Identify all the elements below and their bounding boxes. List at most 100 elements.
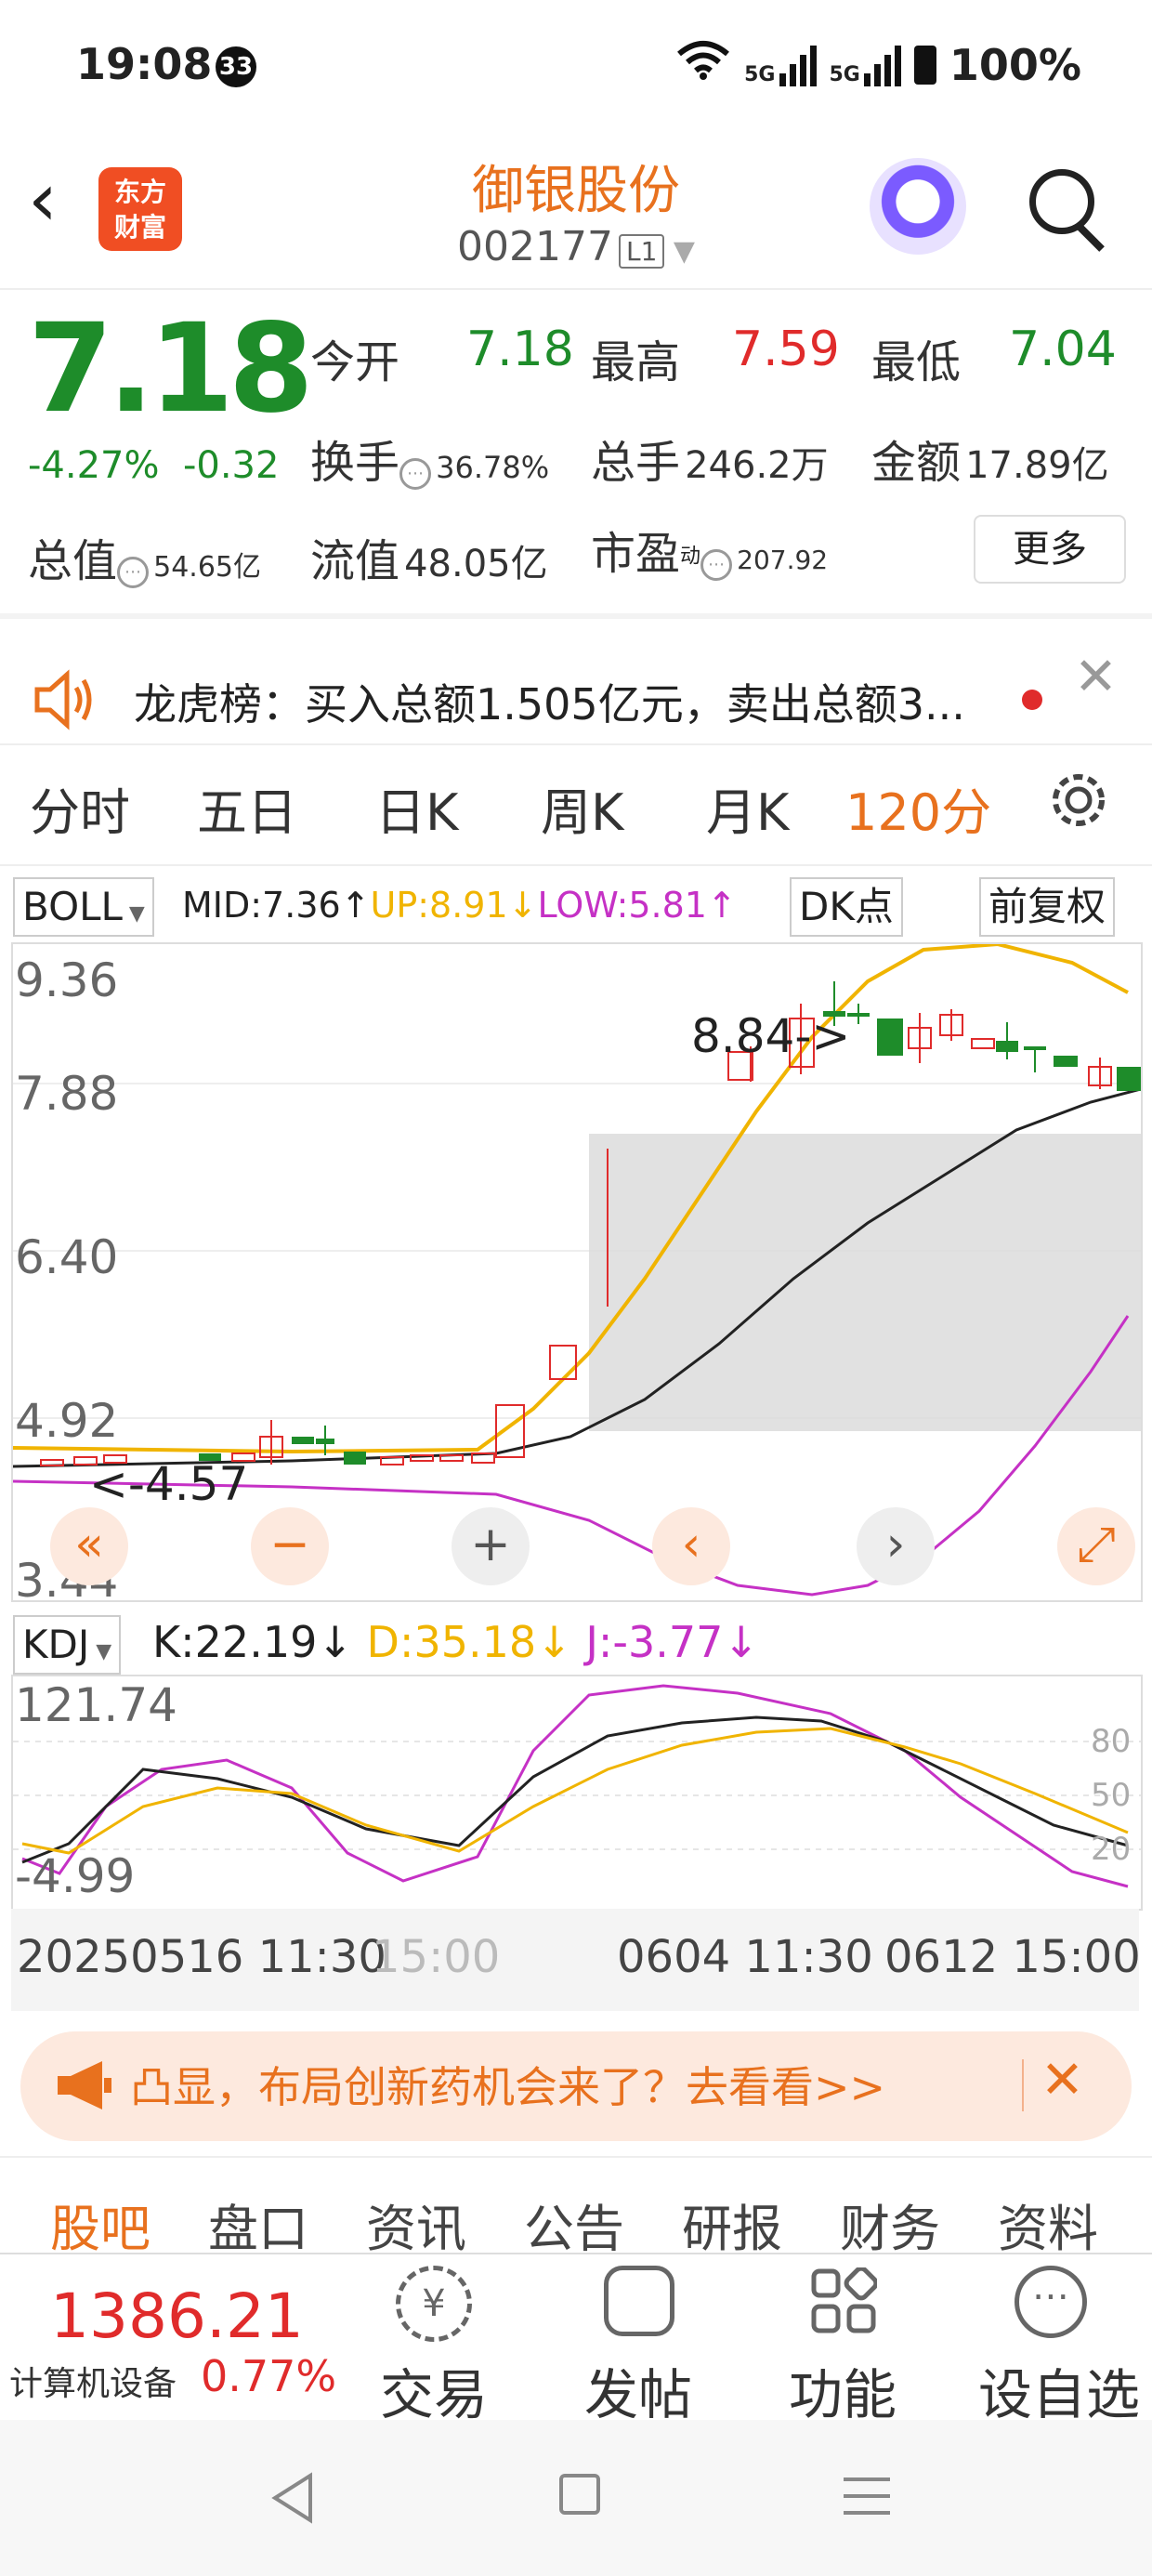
kdj-chart[interactable] <box>11 1675 1143 1911</box>
tab-announcements[interactable]: 公告 <box>524 2188 624 2261</box>
max-price-annotation: 8.84-> <box>691 1009 851 1063</box>
kdj-y-top: 121.74 <box>15 1678 177 1732</box>
tab-120min[interactable]: 120分 <box>845 771 991 845</box>
mktcap-row: 总值 ⋯ 54.65亿 <box>28 535 261 588</box>
tab-news[interactable]: 资讯 <box>366 2188 466 2261</box>
post-button[interactable]: 发帖 <box>559 2351 717 2429</box>
indicator-selector[interactable]: BOLL ▼ <box>13 877 154 937</box>
price-change: -4.27% -0.32 <box>28 444 280 487</box>
kdj-level-80: 80 <box>1091 1723 1132 1760</box>
info-icon: ⋯ <box>700 548 733 581</box>
x-label-mid: 0604 11:30 <box>617 1931 873 1983</box>
y-label-3: 6.40 <box>15 1230 119 1284</box>
x-label-end: 0612 15:00 <box>884 1931 1141 1983</box>
open-value: 7.18 <box>466 322 574 377</box>
tab-financials[interactable]: 财务 <box>840 2188 940 2261</box>
pan-left-icon[interactable]: ‹ <box>652 1507 730 1585</box>
nav-back-icon[interactable] <box>269 2472 316 2528</box>
low-value: 7.04 <box>1009 322 1117 377</box>
status-icons: 5G 5G 100% <box>675 39 1081 90</box>
nav-menu-icon[interactable] <box>842 2476 892 2520</box>
wifi-icon <box>675 39 731 90</box>
info-icon: ⋯ <box>399 457 432 490</box>
sector-index-value[interactable]: 1386.21 <box>50 2280 304 2352</box>
high-value: 7.59 <box>732 322 840 377</box>
stock-name: 御银股份 <box>472 161 680 221</box>
tab-forum[interactable]: 股吧 <box>50 2188 151 2261</box>
trade-button[interactable]: 交易 <box>355 2351 513 2429</box>
sector-index-change[interactable]: 0.77% <box>201 2351 336 2401</box>
kdj-y-bottom: -4.99 <box>15 1849 136 1903</box>
speaker-icon <box>32 669 97 734</box>
clock: 19:08 <box>76 39 213 89</box>
battery-level: 100% <box>949 39 1081 90</box>
kdj-level-50: 50 <box>1091 1777 1132 1814</box>
x-label-start: 20250516 11:30 <box>17 1931 386 1983</box>
close-notice-icon[interactable]: ✕ <box>1074 647 1118 707</box>
divider <box>1022 2059 1024 2111</box>
search-icon[interactable] <box>1029 169 1094 234</box>
kdj-values: K:22.19↓ D:35.18↓ J:-3.77↓ <box>152 1617 759 1667</box>
pe-row: 市盈动 ⋯ 207.92 <box>591 528 829 581</box>
status-bar: 19:08 33 5G 5G 100% <box>0 0 1152 139</box>
zoom-out-icon[interactable]: − <box>251 1507 329 1585</box>
pan-right-icon[interactable]: › <box>857 1507 935 1585</box>
boll-values: MID:7.36↑UP:8.91↓LOW:5.81↑ <box>182 885 737 926</box>
gear-icon[interactable] <box>1046 768 1111 836</box>
function-button[interactable]: 功能 <box>764 2351 922 2429</box>
y-label-top: 9.36 <box>15 953 119 1007</box>
kdj-d-line <box>21 1727 1129 1855</box>
divider <box>0 2156 1152 2158</box>
tab-intraday[interactable]: 分时 <box>30 771 130 845</box>
kdj-selector[interactable]: KDJ ▼ <box>13 1615 122 1675</box>
dk-zone <box>589 1134 1141 1431</box>
tab-research[interactable]: 研报 <box>682 2188 782 2261</box>
megaphone-icon <box>54 2057 113 2117</box>
tab-five-day[interactable]: 五日 <box>197 771 297 845</box>
info-icon: ⋯ <box>117 556 150 588</box>
amount-row: 金额 17.89亿 <box>871 437 1109 489</box>
tab-order-book[interactable]: 盘口 <box>208 2188 308 2261</box>
notification-badge: 33 <box>216 46 256 87</box>
sector-index-name[interactable]: 计算机设备 <box>9 2357 177 2405</box>
signal-2-icon: 5G <box>830 44 901 86</box>
tab-monthly[interactable]: 月K <box>706 771 789 845</box>
turnover-row: 换手 ⋯ 36.78% <box>310 437 550 490</box>
battery-icon <box>913 45 936 85</box>
open-row: 今开 <box>310 336 400 388</box>
dragon-tiger-notice[interactable]: 龙虎榜：买入总额1.505亿元，卖出总额3... <box>134 671 965 732</box>
stock-code-selector[interactable]: 002177 L1 ▼ <box>0 223 1152 270</box>
rewind-icon[interactable]: « <box>50 1507 128 1585</box>
tab-profile[interactable]: 资料 <box>998 2188 1098 2261</box>
kdj-k-line <box>21 1715 1129 1864</box>
low-label: 最低 <box>871 336 962 388</box>
assistant-avatar[interactable] <box>870 158 966 255</box>
promo-text[interactable]: 凸显，布局创新药机会来了？去看看>> <box>130 2054 885 2115</box>
y-label-4: 4.92 <box>15 1394 119 1448</box>
zoom-in-icon[interactable]: + <box>452 1507 530 1585</box>
compose-icon[interactable] <box>604 2266 674 2336</box>
tab-weekly[interactable]: 周K <box>541 771 623 845</box>
dk-point-toggle[interactable]: DK点 <box>790 877 903 937</box>
unread-dot <box>1022 690 1042 710</box>
divider <box>0 613 1152 619</box>
trade-icon[interactable]: ¥ <box>396 2266 472 2342</box>
x-label-start-2: 15:00 <box>372 1931 501 1983</box>
high-label: 最高 <box>591 336 681 388</box>
more-button[interactable]: 更多 <box>974 515 1126 584</box>
price-adjust-selector[interactable]: 前复权 <box>979 877 1116 937</box>
float-row: 流值 48.05亿 <box>310 535 548 587</box>
tab-daily[interactable]: 日K <box>375 771 458 845</box>
nav-home-icon[interactable] <box>559 2474 600 2515</box>
signal-1-icon: 5G <box>744 44 817 86</box>
volume-row: 总手 246.2万 <box>591 437 829 489</box>
last-price: 7.18 <box>28 297 314 440</box>
grid-icon[interactable] <box>810 2266 879 2338</box>
y-label-2: 7.88 <box>15 1067 119 1121</box>
min-price-annotation: <-4.57 <box>89 1457 249 1511</box>
close-banner-icon[interactable]: ✕ <box>1041 2050 1084 2110</box>
more-dots-icon[interactable]: ⋯ <box>1015 2266 1087 2338</box>
fullscreen-icon[interactable]: ⤢ <box>1057 1507 1135 1585</box>
kdj-level-20: 20 <box>1091 1831 1132 1868</box>
add-watchlist-button[interactable]: 设自选 <box>966 2351 1152 2429</box>
